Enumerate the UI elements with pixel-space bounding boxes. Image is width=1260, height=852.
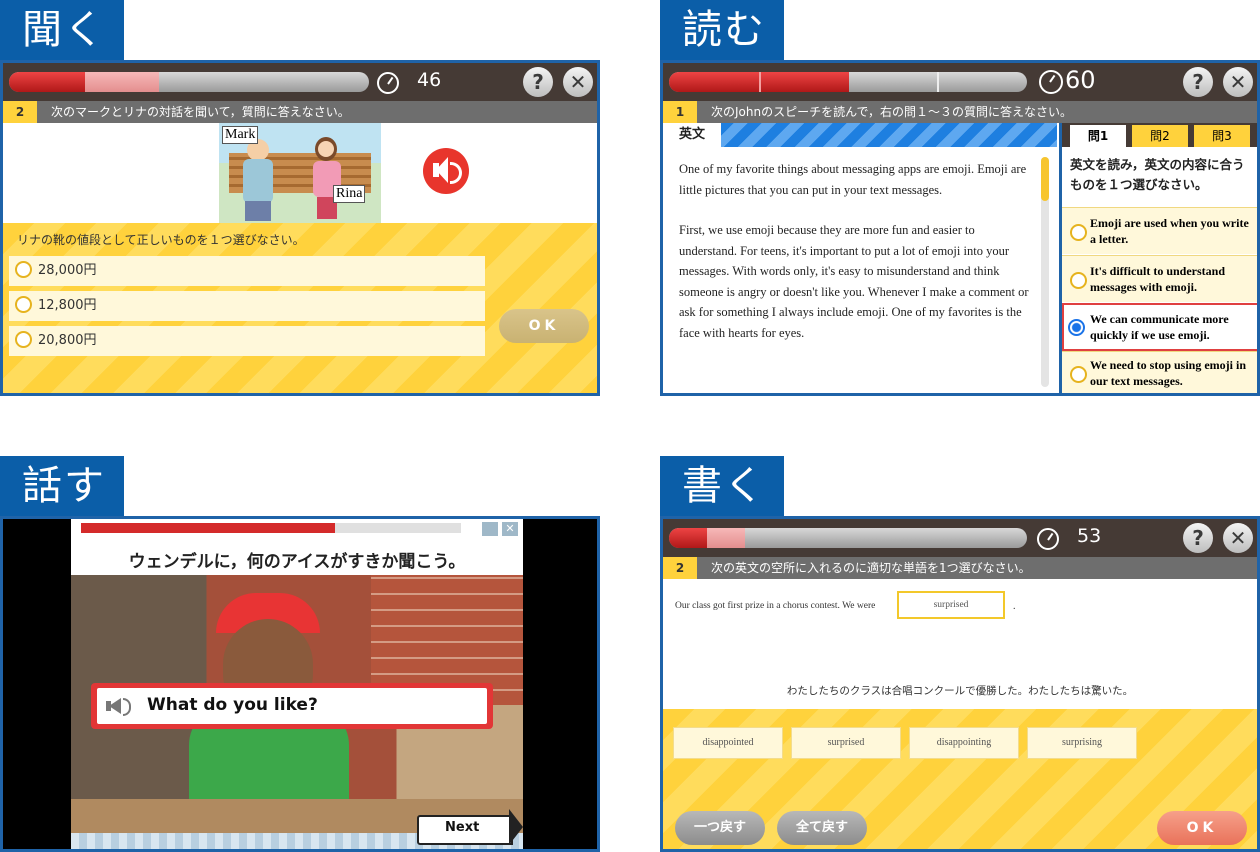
name-label-rina: Rina	[333, 185, 366, 203]
undo-all-button[interactable]: 全て戻す	[777, 811, 867, 845]
tab-q3[interactable]: 問3	[1194, 125, 1250, 147]
word-choice-3[interactable]: disappointing	[909, 727, 1019, 759]
word-choice-area: disappointed surprised disappointing sur…	[663, 709, 1257, 849]
question-number: 2	[663, 557, 697, 579]
question-instruction: 次のマークとリナの対話を聞いて，質問に答えなさい。	[51, 105, 350, 119]
timer-icon	[1039, 70, 1063, 94]
radio-icon	[1070, 366, 1087, 383]
answer-option-4[interactable]: We need to stop using emoji in our text …	[1062, 351, 1257, 393]
video-frame: ✕ ウェンデルに，何のアイスがすきか聞こう。 What do you like?…	[71, 519, 523, 849]
arrow-right-icon	[509, 809, 523, 845]
option-label: 20,800円	[38, 333, 97, 348]
sentence-text: Our class got first prize in a chorus co…	[675, 601, 876, 611]
question-instruction: 次のJohnのスピーチを読んで，右の問１～３の質問に答えなさい。	[711, 105, 1073, 119]
answer-option-2[interactable]: It's difficult to understand messages wi…	[1062, 255, 1257, 302]
tab-q2[interactable]: 問2	[1132, 125, 1188, 147]
radio-selected-icon	[1068, 319, 1085, 336]
question-bar: 2 次の英文の空所に入れるのに適切な単語を1つ選びなさい。	[663, 557, 1257, 579]
progress-bar	[9, 72, 369, 92]
passage-paragraph: One of my favorite things about messagin…	[679, 162, 1027, 197]
listen-panel: 46 ? ✕ 2 次のマークとリナの対話を聞いて，質問に答えなさい。 Mark R…	[0, 60, 600, 396]
mute-icon[interactable]	[481, 521, 499, 537]
word-choice-4[interactable]: surprising	[1027, 727, 1137, 759]
radio-icon	[15, 331, 32, 348]
text-label: 英文	[663, 123, 721, 147]
question-number: 1	[663, 101, 697, 123]
progress-bar	[669, 72, 1027, 92]
timer-value: 60	[1065, 66, 1096, 94]
radio-icon	[1070, 224, 1087, 241]
question-number: 2	[3, 101, 37, 123]
help-button[interactable]: ?	[1183, 523, 1213, 553]
answer-blank[interactable]: surprised	[897, 591, 1005, 619]
question-bar: 2 次のマークとリナの対話を聞いて，質問に答えなさい。	[3, 101, 597, 123]
answer-option-1[interactable]: 28,000円	[9, 256, 485, 286]
answer-option-1[interactable]: Emoji are used when you write a letter.	[1062, 207, 1257, 254]
help-button[interactable]: ?	[523, 67, 553, 97]
section-tag-listen: 聞く	[0, 0, 124, 60]
progress-bar	[81, 523, 461, 533]
passage-paragraph: First, we use emoji because they are mor…	[679, 223, 1029, 340]
word-choice-2[interactable]: surprised	[791, 727, 901, 759]
close-button[interactable]: ✕	[563, 67, 593, 97]
radio-icon	[1070, 272, 1087, 289]
question-text: リナの靴の値段として正しいものを１つ選びなさい。	[17, 233, 305, 247]
option-label: We can communicate more quickly if we us…	[1090, 312, 1229, 342]
play-audio-button[interactable]	[423, 148, 469, 194]
radio-icon	[15, 296, 32, 313]
section-tag-speak: 話す	[0, 456, 124, 516]
close-button[interactable]: ✕	[1223, 67, 1253, 97]
answer-option-2[interactable]: 12,800円	[9, 291, 485, 321]
read-panel: 60 ? ✕ 1 次のJohnのスピーチを読んで，右の問１～３の質問に答えなさい。…	[660, 60, 1260, 396]
tab-q1[interactable]: 問1	[1070, 125, 1126, 147]
ok-button[interactable]: OK	[1157, 811, 1247, 845]
dialogue-illustration: Mark Rina	[219, 123, 381, 223]
close-button[interactable]: ✕	[1223, 523, 1253, 553]
progress-bar	[669, 528, 1027, 548]
timer-icon	[377, 72, 399, 94]
read-top-bar: 60 ? ✕	[663, 63, 1257, 101]
option-label: It's difficult to understand messages wi…	[1090, 264, 1226, 294]
close-icon[interactable]: ✕	[501, 521, 519, 537]
word-choice-1[interactable]: disappointed	[673, 727, 783, 759]
speaking-prompt: ウェンデルに，何のアイスがすきか聞こう。	[128, 552, 466, 572]
answer-option-3-selected[interactable]: We can communicate more quickly if we us…	[1062, 303, 1257, 351]
answer-option-3[interactable]: 20,800円	[9, 326, 485, 356]
speak-panel: ✕ ウェンデルに，何のアイスがすきか聞こう。 What do you like?…	[0, 516, 600, 852]
question-bar: 1 次のJohnのスピーチを読んで，右の問１～３の質問に答えなさい。	[663, 101, 1257, 123]
undo-one-button[interactable]: 一つ戻す	[675, 811, 765, 845]
option-label: 12,800円	[38, 298, 97, 313]
reading-text-pane: 英文 One of my favorite things about messa…	[663, 123, 1057, 393]
speech-bubble: What do you like?	[91, 683, 493, 729]
speech-text: What do you like?	[147, 695, 318, 715]
section-tag-read: 読む	[660, 0, 784, 60]
write-top-bar: 53 ? ✕	[663, 519, 1257, 557]
question-prompt: 英文を読み，英文の内容に合うものを１つ選びなさい。	[1070, 157, 1245, 192]
timer-value: 53	[1077, 525, 1102, 547]
next-button[interactable]: Next	[417, 815, 513, 845]
option-label: We need to stop using emoji in our text …	[1090, 358, 1247, 388]
listen-top-bar: 46 ? ✕	[3, 63, 597, 101]
answer-area: リナの靴の値段として正しいものを１つ選びなさい。 28,000円 12,800円…	[3, 223, 597, 393]
question-instruction: 次の英文の空所に入れるのに適切な単語を1つ選びなさい。	[711, 561, 1031, 575]
text-scrollbar[interactable]	[1041, 157, 1049, 387]
next-label: Next	[445, 820, 480, 835]
name-label-mark: Mark	[222, 126, 259, 144]
timer-value: 46	[417, 69, 442, 91]
option-label: 28,000円	[38, 263, 97, 278]
write-panel: 53 ? ✕ 2 次の英文の空所に入れるのに適切な単語を1つ選びなさい。 Our …	[660, 516, 1260, 852]
help-button[interactable]: ?	[1183, 67, 1213, 97]
section-tag-write: 書く	[660, 456, 784, 516]
option-label: Emoji are used when you write a letter.	[1090, 216, 1249, 246]
timer-icon	[1037, 528, 1059, 550]
question-pane: 問1 問2 問3 英文を読み，英文の内容に合うものを１つ選びなさい。 Emoji…	[1059, 123, 1257, 393]
translation-text: わたしたちのクラスは合唱コンクールで優勝した。わたしたちは驚いた。	[786, 685, 1134, 697]
ok-button[interactable]: OK	[499, 309, 589, 343]
radio-icon	[15, 261, 32, 278]
sentence-period: .	[1013, 601, 1016, 612]
